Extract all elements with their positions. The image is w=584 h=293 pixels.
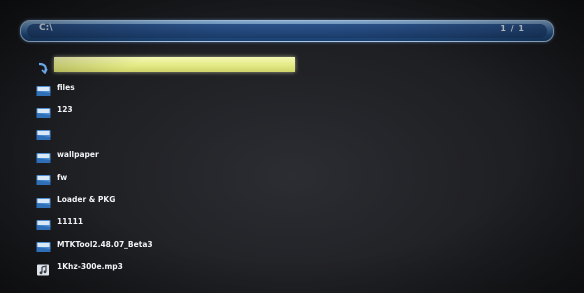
folder-icon [36, 149, 51, 163]
folder-icon [36, 238, 51, 253]
folder-icon [36, 216, 51, 230]
file-name: 123 [57, 105, 73, 115]
file-name: MTKTool2.48.07_Beta3 [57, 239, 153, 249]
page-indicator: 1 / 1 [500, 24, 525, 33]
folder-icon [36, 82, 51, 96]
folder-icon [36, 171, 51, 186]
file-name: Loader & PKG [57, 195, 116, 205]
list-item-folder[interactable]: Loader & PKG [36, 188, 336, 210]
list-item-folder[interactable]: MTKTool2.48.07_Beta3 [36, 233, 336, 255]
music-file-icon [36, 261, 51, 276]
list-item-folder[interactable]: files [36, 76, 336, 98]
file-list: files 123 wallpaper fw Loader & PKG 1111… [36, 54, 336, 278]
media-browser-screen: C:\ 1 / 1 files 123 wallpaper fw Loader … [0, 0, 584, 293]
list-item-folder[interactable] [36, 121, 336, 143]
list-item-folder[interactable]: wallpaper [36, 144, 336, 166]
selection-highlight [54, 57, 295, 72]
list-item-folder[interactable]: 11111 [36, 211, 336, 233]
file-name: 11111 [57, 217, 84, 227]
list-item-audio-file[interactable]: 1Khz-300e.mp3 [36, 256, 336, 278]
current-path: C:\ [39, 23, 53, 33]
file-name: wallpaper [57, 150, 99, 160]
list-item-folder[interactable]: 123 [36, 99, 336, 121]
header-inner [27, 24, 547, 38]
folder-icon [36, 126, 51, 141]
folder-icon [36, 104, 51, 118]
return-arrow-icon [36, 59, 51, 75]
list-item-parent-dir[interactable] [36, 54, 336, 76]
file-name: 1Khz-300e.mp3 [57, 262, 123, 272]
folder-icon [36, 194, 51, 208]
list-item-folder[interactable]: fw [36, 166, 336, 188]
file-name: fw [57, 172, 68, 182]
file-name: files [57, 83, 75, 93]
header-bar: C:\ 1 / 1 [20, 20, 554, 42]
